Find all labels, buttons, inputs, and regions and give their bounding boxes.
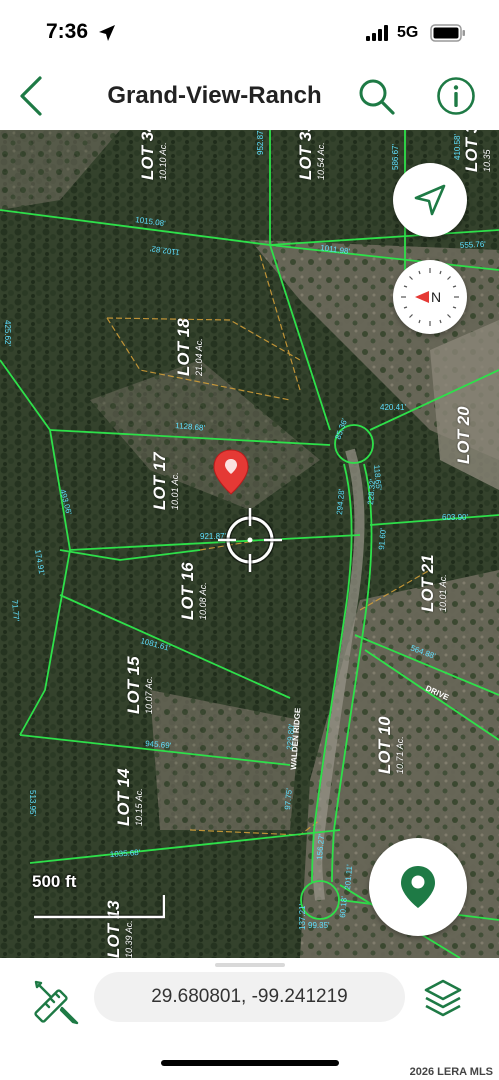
lot-name: LOT 16 xyxy=(178,562,197,620)
locate-me-button[interactable] xyxy=(393,163,467,237)
lot-label[interactable]: LOT 20 xyxy=(454,406,474,464)
svg-text:555.76': 555.76' xyxy=(460,240,487,250)
lot-acres: 10.15 Ac. xyxy=(134,788,144,826)
lot-acres: 10.01 Ac. xyxy=(170,472,180,510)
location-arrow-icon xyxy=(99,25,115,41)
battery-icon xyxy=(430,24,465,42)
layers-button[interactable] xyxy=(420,976,466,1022)
svg-text:425.62': 425.62' xyxy=(3,320,12,346)
cellular-signal-icon xyxy=(366,25,388,41)
svg-text:603.90': 603.90' xyxy=(442,513,468,522)
lot-label[interactable]: LOT 15 10.07 Ac. xyxy=(124,656,154,714)
lot-name: LOT 21 xyxy=(418,554,437,612)
info-icon xyxy=(437,77,475,115)
svg-text:99.35': 99.35' xyxy=(308,921,330,930)
app-header: Grand-View-Ranch xyxy=(0,62,499,130)
lot-acres: 10.71 Ac. xyxy=(395,736,405,774)
drag-handle[interactable] xyxy=(215,963,285,967)
home-indicator[interactable] xyxy=(161,1060,339,1066)
drop-pin-button[interactable] xyxy=(369,838,467,936)
status-bar: 7:36 5G xyxy=(0,0,499,62)
lot-acres: 10.07 Ac. xyxy=(144,676,154,714)
search-icon xyxy=(359,79,395,115)
compass-icon: N xyxy=(401,268,459,326)
lot-name: LOT 17 xyxy=(150,452,169,510)
map-imagery: 1015.08' 1102.82' 1011.98' 555.76' 1128.… xyxy=(0,130,499,958)
lot-name: LOT 32 xyxy=(462,130,481,172)
svg-text:91.60': 91.60' xyxy=(377,527,388,550)
compass-north-label: N xyxy=(431,289,441,305)
status-time: 7:36 xyxy=(46,20,89,43)
navigation-arrow-icon xyxy=(414,184,446,216)
lot-name: LOT 20 xyxy=(454,406,473,464)
svg-text:952.87': 952.87' xyxy=(256,130,265,155)
layers-icon xyxy=(424,979,462,1017)
lot-acres: 10.35 xyxy=(482,149,492,172)
lot-acres: 21.04 Ac. xyxy=(194,338,204,376)
back-button[interactable] xyxy=(12,74,52,118)
lot-name: LOT 33 xyxy=(296,130,315,180)
coordinates-display[interactable]: 29.680801, -99.241219 xyxy=(94,972,405,1022)
lot-name: LOT 14 xyxy=(114,768,133,826)
lot-acres: 10.10 Ac. xyxy=(158,142,168,180)
scale-bar xyxy=(34,895,165,919)
svg-text:137.21': 137.21' xyxy=(298,904,307,930)
satellite-map[interactable]: 1015.08' 1102.82' 1011.98' 555.76' 1128.… xyxy=(0,130,499,958)
lot-label[interactable]: LOT 17 10.01 Ac. xyxy=(150,452,180,510)
lot-label[interactable]: LOT 34 10.10 Ac. xyxy=(138,130,168,180)
network-type: 5G xyxy=(397,24,419,41)
lot-label[interactable]: LOT 16 10.08 Ac. xyxy=(178,562,208,620)
search-button[interactable] xyxy=(356,76,396,116)
chevron-left-icon xyxy=(20,76,42,116)
svg-text:420.41': 420.41' xyxy=(380,403,406,412)
lot-label[interactable]: LOT 32 10.35 xyxy=(462,130,492,172)
lot-name: LOT 34 xyxy=(138,130,157,180)
info-button[interactable] xyxy=(436,76,476,116)
bottom-toolbar: 29.680801, -99.241219 2026 LERA MLS xyxy=(0,958,499,1080)
lot-label[interactable]: LOT 33 10.54 Ac. xyxy=(296,130,326,180)
svg-text:513.95': 513.95' xyxy=(28,790,37,816)
svg-text:71.77': 71.77' xyxy=(10,599,21,622)
watermark: 2026 LERA MLS xyxy=(409,1066,493,1078)
lot-name: LOT 10 xyxy=(375,716,394,774)
measure-button[interactable] xyxy=(32,978,80,1026)
lot-label[interactable]: LOT 10 10.71 Ac. xyxy=(375,716,405,774)
ruler-pencil-icon xyxy=(34,980,79,1025)
svg-text:410.58': 410.58' xyxy=(453,134,462,160)
compass-button[interactable]: N xyxy=(393,260,467,334)
lot-acres: 10.54 Ac. xyxy=(316,142,326,180)
scale-label: 500 ft xyxy=(32,872,77,891)
svg-text:586.67': 586.67' xyxy=(391,144,400,170)
map-pin-icon xyxy=(401,866,435,908)
lot-label[interactable]: LOT 14 10.15 Ac. xyxy=(114,768,144,826)
lot-label[interactable]: LOT 21 10.01 Ac. xyxy=(418,554,448,612)
lot-acres: 10.08 Ac. xyxy=(198,582,208,620)
lot-acres: 10.01 Ac. xyxy=(438,574,448,612)
lot-name: LOT 15 xyxy=(124,656,143,714)
page-title: Grand-View-Ranch xyxy=(107,82,322,109)
svg-text:60.18': 60.18' xyxy=(338,895,349,918)
svg-text:97.75': 97.75' xyxy=(283,787,294,810)
lot-label[interactable]: LOT 18 21.04 Ac. xyxy=(174,318,204,376)
lot-name: LOT 18 xyxy=(174,318,193,376)
